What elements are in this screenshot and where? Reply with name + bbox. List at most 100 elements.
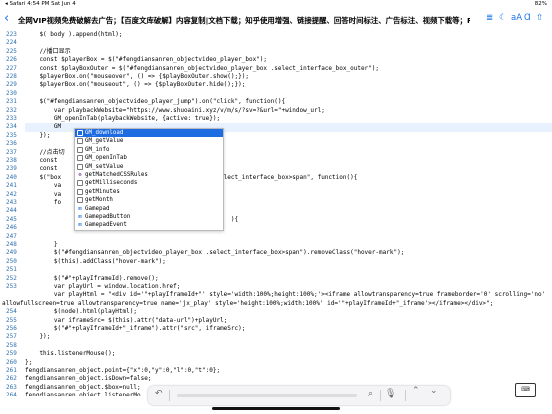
code-text[interactable]: $("#fengdiansanren_objectvideo_player_ju… [25,98,285,106]
divider [405,390,406,401]
code-text[interactable]: var iframeSrc= $(this).attr("data-url")+… [25,317,227,325]
line-number: 258 [6,341,17,349]
autocomplete-item[interactable]: getMinutes [75,188,223,196]
autocomplete-label: GamepadButton [85,213,131,220]
code-line[interactable]: 248 } [0,241,552,249]
code-line[interactable]: 227 const $playBoxOuter = $("#fengdiansa… [0,65,552,73]
autocomplete-item[interactable]: ⊞ GamepadEvent [75,221,223,229]
code-text[interactable]: $("#"+playIframeId+"_iframe").attr("src"… [25,325,245,333]
code-text[interactable]: fengdiansanren_object.listenerMo [25,392,141,396]
code-text[interactable]: fengdiansanren_object.point={"x":0,"y":0… [25,367,220,375]
code-text[interactable]: var playHtml = "<div id='"+playIframeId+… [25,291,545,299]
code-text[interactable]: }); [25,132,50,140]
back-chevron-icon[interactable]: ‹ [4,11,9,26]
back-to-app[interactable]: ◂ Safari [5,1,25,7]
search-icon[interactable]: ⌕ [368,389,373,399]
code-text[interactable]: allowfullscreen=true allowtransparency=t… [2,300,493,308]
code-text[interactable]: const $playBoxOuter = $("#fengdiansanren… [25,65,379,73]
code-line[interactable]: 251 [0,266,552,274]
code-line[interactable]: 225 //播口显示 [0,48,552,56]
code-text[interactable]: GM [25,123,61,131]
line-number: 263 [6,383,17,391]
code-line[interactable]: 230 [0,90,552,98]
code-text[interactable]: var playUrl = window.location.href; [25,283,180,291]
line-number: 255 [6,316,17,324]
text-size-icon[interactable]: aA [511,13,522,23]
autocomplete-item[interactable]: GM_download [75,129,223,138]
code-text[interactable]: GM_openInTab(playbackWebsite, {active: t… [25,115,220,123]
line-number: 227 [6,64,17,72]
code-text[interactable]: $("#fengdiansanren_objectvideo_player_bo… [25,249,404,257]
mic-icon[interactable]: 🎙 [385,389,396,399]
autocomplete-item[interactable]: GM_setValue [75,163,223,171]
code-text[interactable]: const [25,157,57,165]
code-line[interactable]: 258 [0,342,552,350]
share-icon[interactable]: ⇧ [536,13,543,23]
code-text[interactable]: const [25,165,57,173]
code-line[interactable]: var playHtml = "<div id='"+playIframeId+… [0,291,552,299]
code-line[interactable]: 259 this.listenerMouse(); [0,350,552,358]
chevron-down-icon[interactable]: ⌄ [430,386,438,396]
code-line[interactable]: 249 $("#fengdiansanren_objectvideo_playe… [0,249,552,257]
code-line[interactable]: 250 $(this).addClass("hover-mark"); [0,258,552,266]
code-line[interactable]: 254 $(node).html(playHtml); [0,308,552,316]
code-text[interactable]: $playerBox.on("mouseout", () => {$playBo… [25,81,245,89]
autocomplete-item[interactable]: getMonth [75,196,223,204]
undo-icon[interactable]: ↶ [155,389,163,399]
code-text[interactable]: fo [25,199,61,207]
font-icon[interactable]: Ɑ [524,13,531,23]
line-number: 224 [6,39,17,47]
keyboard-dismiss-icon[interactable]: ⌨ [515,383,536,397]
code-text[interactable]: var playbackWebsite="https://www.shuoain… [25,107,325,115]
line-number: 245 [6,215,17,223]
code-line[interactable]: 224 [0,39,552,47]
code-line[interactable]: 223 $( body ).append(html); [0,31,552,39]
code-line[interactable]: 228 $playerBox.on("mouseover", () => {$p… [0,73,552,81]
code-line[interactable]: 262 fengdiansanren_object.isDown=false; [0,375,552,383]
autocomplete-item[interactable]: getMilliseconds [75,179,223,187]
code-text[interactable]: const $playerBox = $("#fengdiansanren_ob… [25,56,267,64]
autocomplete-item[interactable]: GM_openInTab [75,154,223,162]
code-line[interactable]: 256 $("#"+playIframeId+"_iframe").attr("… [0,325,552,333]
code-text[interactable]: this.listenerMouse(); [25,350,115,358]
code-text[interactable]: $(node).html(playHtml); [25,308,137,316]
code-line[interactable]: 257 }); [0,333,552,341]
code-line[interactable]: 253 var playUrl = window.location.href; [0,283,552,291]
line-number: 244 [6,207,17,215]
code-line[interactable]: allowfullscreen=true allowtransparency=t… [0,300,552,308]
code-text[interactable]: fengdiansanren_object.$box=null; [25,384,141,392]
chevron-up-icon[interactable]: ⌃ [412,386,420,396]
code-text[interactable]: $("#"+playIframeId).remove(); [25,275,159,283]
code-line[interactable]: 229 $playerBox.on("mouseout", () => {$pl… [0,81,552,89]
code-line[interactable]: 233 GM_openInTab(playbackWebsite, {activ… [0,115,552,123]
code-text[interactable]: $( body ).append(html); [25,31,122,39]
autocomplete-item[interactable]: ⊚ getMatchedCSSRules [75,171,223,179]
function-icon: ⊚ [78,171,82,178]
code-line[interactable]: 261 fengdiansanren_object.point={"x":0,"y… [0,367,552,375]
document-icon [77,130,83,136]
code-text[interactable]: fengdiansanren_object.isDown=false; [25,375,151,383]
code-line[interactable]: 231 $("#fengdiansanren_objectvideo_playe… [0,98,552,106]
code-line[interactable]: 226 const $playerBox = $("#fengdiansanre… [0,56,552,64]
code-text[interactable]: //播口显示 [25,48,70,56]
code-text[interactable]: } [25,241,58,249]
code-line[interactable]: 260}; [0,359,552,367]
autocomplete-item[interactable]: ⊞ GamepadButton [75,213,223,221]
code-line[interactable]: 232 var playbackWebsite="https://www.shu… [0,107,552,115]
code-text[interactable]: }; [25,359,32,367]
code-line[interactable]: 247 [0,233,552,241]
code-text[interactable]: va [25,191,61,199]
code-text[interactable]: //点击切 [25,149,64,157]
autocomplete-item[interactable]: ⊞ Gamepad [75,205,223,213]
code-text[interactable]: $(this).addClass("hover-mark"); [25,258,166,266]
book-icon[interactable]: ≣ [486,13,493,23]
code-text[interactable]: }); [25,333,50,341]
keyboard-accessory-bar: ↶ ⌕ 🎙 ⌃ ⌄ [148,386,450,405]
code-text[interactable]: va [25,182,61,190]
code-line[interactable]: 255 var iframeSrc= $(this).attr("data-ur… [0,317,552,325]
code-text[interactable]: $playerBox.on("mouseover", () => {$playB… [25,73,249,81]
code-line[interactable]: 252 $("#"+playIframeId).remove(); [0,275,552,283]
autocomplete-item[interactable]: GM_getValue [75,137,223,145]
autocomplete-item[interactable]: GM_info [75,146,223,154]
hat-icon[interactable]: ☾ [499,13,507,23]
